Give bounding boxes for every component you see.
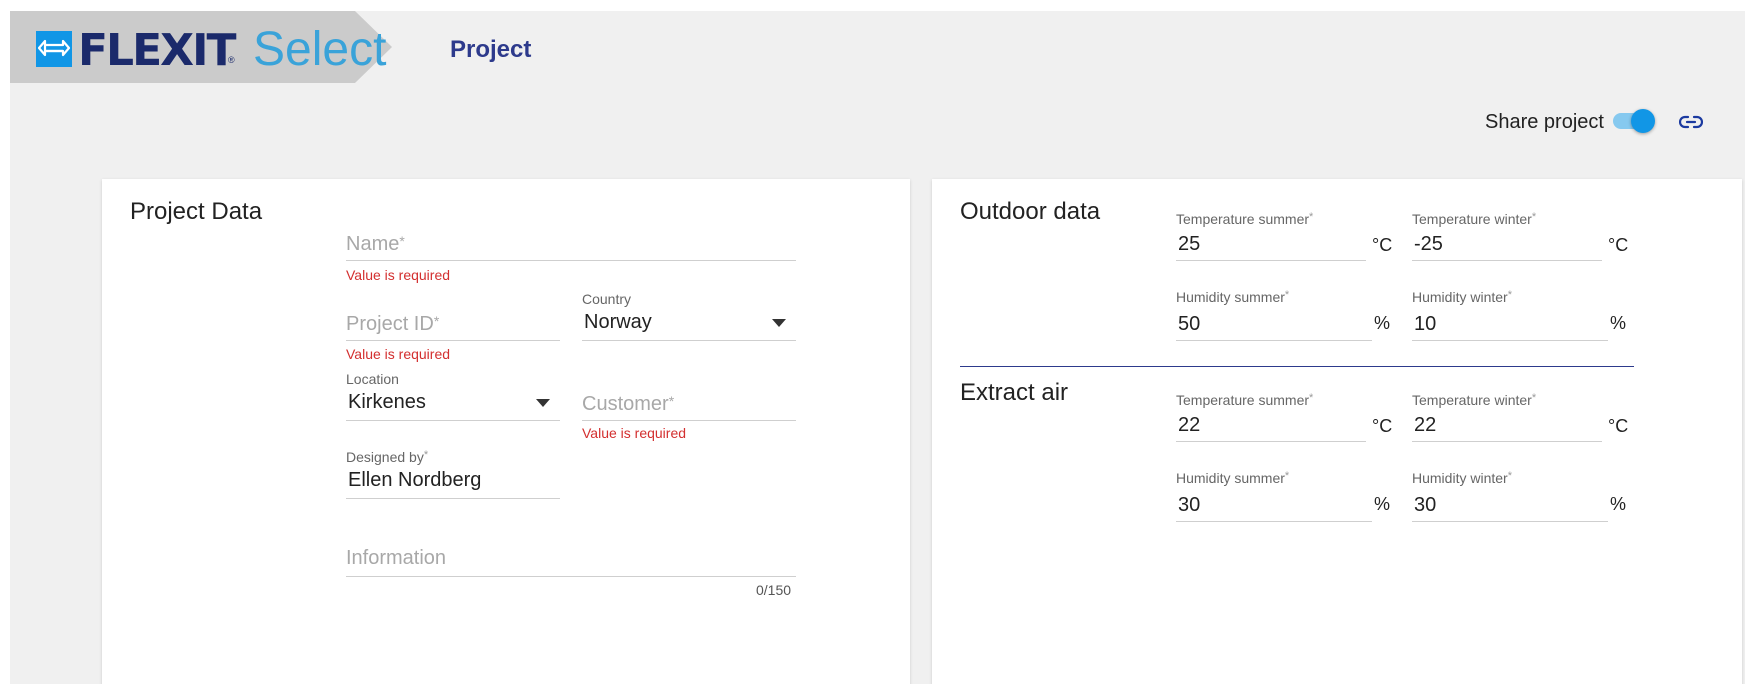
- outdoor-temperature-summer-value: 25: [1178, 233, 1201, 255]
- outdoor-temperature-summer-label: Temperature summer*: [1176, 211, 1314, 227]
- outdoor-humidity-winter-value: 10: [1414, 313, 1437, 335]
- share-project-toggle[interactable]: [1613, 109, 1655, 133]
- extract-humidity-winter-unit: %: [1610, 494, 1627, 514]
- extract-air-title: Extract air: [960, 379, 1069, 406]
- customer-error: Value is required: [582, 425, 687, 441]
- climate-data-card: Outdoor data Temperature summer* 25 °C T…: [932, 179, 1742, 684]
- outdoor-humidity-summer-value: 50: [1178, 313, 1201, 335]
- outdoor-temperature-winter-field[interactable]: Temperature winter* -25: [1412, 209, 1602, 261]
- outdoor-temperature-winter-unit: °C: [1608, 235, 1629, 255]
- extract-temperature-summer-label: Temperature summer*: [1176, 392, 1314, 408]
- location-value: Kirkenes: [348, 391, 426, 413]
- extract-temperature-winter-value: 22: [1414, 414, 1437, 436]
- extract-temperature-summer-value: 22: [1178, 414, 1201, 436]
- extract-humidity-winter-label: Humidity winter*: [1412, 470, 1512, 486]
- country-value: Norway: [584, 311, 652, 333]
- project-data-title: Project Data: [130, 198, 263, 225]
- outdoor-humidity-winter-label: Humidity winter*: [1412, 289, 1512, 305]
- customer-placeholder: Customer*: [582, 393, 675, 415]
- extract-temperature-winter-field[interactable]: Temperature winter* 22: [1412, 390, 1602, 442]
- project-id-error: Value is required: [346, 346, 451, 362]
- extract-temperature-winter-unit: °C: [1608, 416, 1629, 436]
- outdoor-data-title: Outdoor data: [960, 198, 1101, 225]
- customer-field[interactable]: Customer*: [582, 383, 796, 421]
- outdoor-humidity-summer-label: Humidity summer*: [1176, 289, 1290, 305]
- country-label: Country: [582, 291, 632, 307]
- information-char-counter: 0/150: [756, 582, 792, 598]
- designed-by-field[interactable]: Designed by* Ellen Nordberg: [346, 441, 560, 499]
- project-id-placeholder: Project ID*: [346, 313, 440, 335]
- page-title: Project: [450, 36, 532, 63]
- link-icon[interactable]: [1679, 112, 1703, 132]
- country-select[interactable]: Country Norway: [582, 283, 796, 341]
- outdoor-humidity-summer-unit: %: [1374, 313, 1391, 333]
- outdoor-temperature-winter-label: Temperature winter*: [1412, 211, 1537, 227]
- extract-humidity-winter-field[interactable]: Humidity winter* 30: [1412, 468, 1608, 522]
- outdoor-humidity-summer-field[interactable]: Humidity summer* 50: [1176, 287, 1372, 341]
- extract-temperature-summer-unit: °C: [1372, 416, 1393, 436]
- logo-registered-mark: ®: [228, 55, 235, 65]
- designed-by-value: Ellen Nordberg: [348, 469, 482, 491]
- information-placeholder: Information: [346, 547, 447, 569]
- designed-by-label: Designed by*: [346, 449, 429, 465]
- chevron-down-icon[interactable]: [536, 399, 550, 407]
- location-label: Location: [346, 371, 399, 387]
- extract-humidity-summer-field[interactable]: Humidity summer* 30: [1176, 468, 1372, 522]
- outdoor-humidity-winter-field[interactable]: Humidity winter* 10: [1412, 287, 1608, 341]
- outdoor-temperature-winter-value: -25: [1414, 233, 1443, 255]
- extract-humidity-summer-unit: %: [1374, 494, 1391, 514]
- toggle-knob: [1631, 109, 1655, 133]
- extract-humidity-winter-value: 30: [1414, 494, 1437, 516]
- name-field[interactable]: Name*: [346, 223, 796, 261]
- extract-humidity-summer-value: 30: [1178, 494, 1201, 516]
- flexit-logo-icon: [36, 31, 72, 67]
- project-data-card: Project Data Name* Value is required Pro…: [102, 179, 910, 684]
- name-error: Value is required: [346, 267, 451, 283]
- logo-product-name: Select: [253, 23, 387, 76]
- outdoor-temperature-summer-field[interactable]: Temperature summer* 25: [1176, 209, 1366, 261]
- outdoor-temperature-summer-unit: °C: [1372, 235, 1393, 255]
- extract-temperature-summer-field[interactable]: Temperature summer* 22: [1176, 390, 1366, 442]
- share-project-label: Share project: [1485, 111, 1604, 133]
- app-window: FLEXIT ® Select Project Share project Pr…: [10, 11, 1745, 684]
- extract-temperature-winter-label: Temperature winter*: [1412, 392, 1537, 408]
- information-field[interactable]: Information: [346, 539, 796, 577]
- chevron-down-icon[interactable]: [772, 319, 786, 327]
- name-placeholder: Name*: [346, 233, 405, 255]
- outdoor-humidity-winter-unit: %: [1610, 313, 1627, 333]
- share-project-control: Share project: [1485, 107, 1745, 137]
- logo-wordmark: FLEXIT: [78, 25, 236, 76]
- brand-header: FLEXIT ® Select: [10, 11, 404, 91]
- location-select[interactable]: Location Kirkenes: [346, 363, 560, 421]
- extract-humidity-summer-label: Humidity summer*: [1176, 470, 1290, 486]
- section-divider: [960, 366, 1634, 367]
- project-id-field[interactable]: Project ID*: [346, 303, 560, 341]
